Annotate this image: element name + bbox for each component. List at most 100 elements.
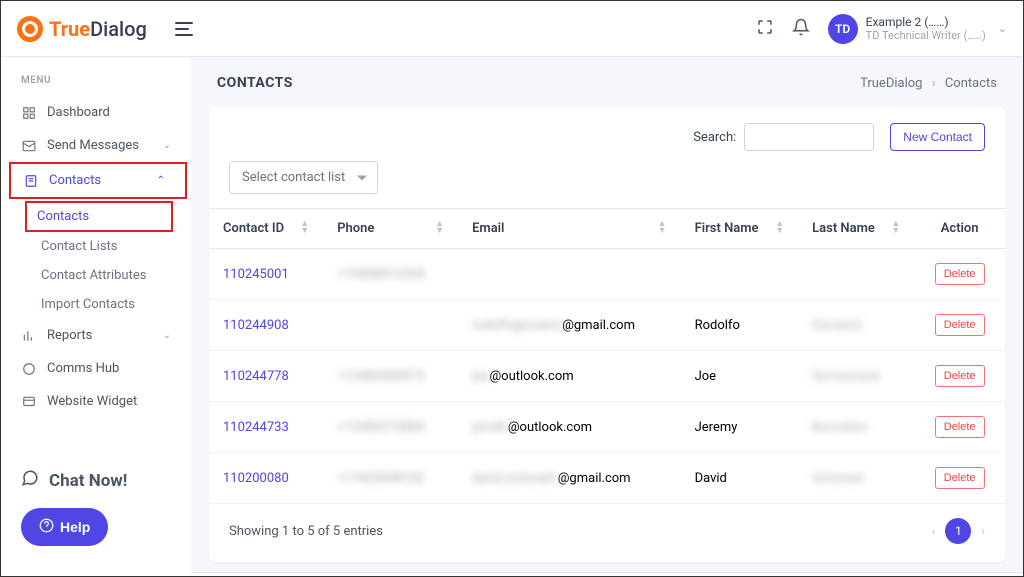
sidebar-label: Website Widget [47,394,137,409]
sidebar-item-contacts[interactable]: Contacts ⌃ [11,164,185,197]
user-line1: Example 2 (……) [866,15,986,29]
sidebar-label: Reports [47,328,92,343]
sidebar-item-dashboard[interactable]: Dashboard [1,96,191,129]
page-number-current[interactable]: 1 [945,518,971,544]
question-icon [39,518,54,536]
app-header: TrueDialog TD Example 2 (……) TD Technica… [1,1,1023,57]
col-email[interactable]: Email▲▼ [458,209,681,249]
delete-button[interactable]: Delete [935,263,985,285]
email-value: jsmith@outlook.com [458,402,681,453]
avatar: TD [828,14,858,44]
breadcrumb-leaf: Contacts [945,76,997,91]
contact-id-link[interactable]: 110244908 [223,318,289,333]
pager: ‹ 1 › [932,518,985,544]
help-button[interactable]: Help [21,508,108,546]
sidebar-subitem-contacts[interactable]: Contacts [37,207,161,226]
last-name-value: Burnstein [798,402,914,453]
sidebar-subitem-import-contacts[interactable]: Import Contacts [41,290,191,319]
first-name-value: Joe [681,351,799,402]
table-row: 110200080 +17603848182 david.schonert@gmai… [209,453,1005,504]
header-left: TrueDialog [17,16,193,42]
page-header: CONTACTS TrueDialog › Contacts [191,57,1023,101]
sidebar: MENU Dashboard Send Messages ⌄ Contacts … [1,57,191,576]
chat-icon [21,469,39,492]
col-contact-id[interactable]: Contact ID▲▼ [209,209,323,249]
first-name-value: Jeremy [681,402,799,453]
fullscreen-icon[interactable] [756,18,774,40]
email-value: joe@outlook.com [458,351,681,402]
highlight-box-sub: Contacts [25,201,173,232]
sidebar-label: Dashboard [47,105,110,120]
sidebar-subitem-contact-attributes[interactable]: Contact Attributes [41,261,191,290]
contacts-submenu: Contact Lists Contact Attributes Import … [1,232,191,319]
main-content: CONTACTS TrueDialog › Contacts Search: N… [191,57,1023,576]
delete-button[interactable]: Delete [935,365,985,387]
chat-now-link[interactable]: Chat Now! [21,469,171,492]
chat-area: Chat Now! Help [1,469,191,558]
col-last-name[interactable]: Last Name▲▼ [798,209,914,249]
phone-value: +12485400072 [337,369,425,384]
brand-logo[interactable]: TrueDialog [17,16,147,42]
contact-id-link[interactable]: 110200080 [223,471,289,486]
sidebar-item-comms-hub[interactable]: Comms Hub [1,352,191,385]
table-row: 110244908rodolfogiovanni@gmail.comRodolf… [209,300,1005,351]
email-value [458,249,681,300]
brand-true: True [49,17,90,41]
prev-page-button[interactable]: ‹ [932,524,936,538]
sidebar-item-website-widget[interactable]: Website Widget [1,385,191,418]
chevron-down-icon: ⌄ [998,22,1007,35]
envelope-icon [21,139,37,153]
last-name-value [798,249,914,300]
brand-dialog: Dialog [90,17,147,41]
bell-icon[interactable] [792,18,810,40]
sidebar-item-reports[interactable]: Reports ⌄ [1,319,191,352]
search-input[interactable] [744,123,874,151]
phone-value: +19408412434 [337,267,425,282]
dashboard-icon [21,106,37,120]
contacts-card: Search: New Contact Select contact list … [209,107,1005,562]
logo-mark-icon [17,16,43,42]
chevron-down-icon: ⌄ [163,330,171,341]
card-footer: Showing 1 to 5 of 5 entries ‹ 1 › [209,504,1005,562]
table-row: 110244778 +12485400072 joe@outlook.comJoeS… [209,351,1005,402]
delete-button[interactable]: Delete [935,467,985,489]
delete-button[interactable]: Delete [935,314,985,336]
next-page-button[interactable]: › [981,524,985,538]
breadcrumb-root[interactable]: TrueDialog [860,76,922,91]
phone-value: +17603848182 [337,471,425,486]
chevron-right-icon: › [932,76,936,91]
contacts-table: Contact ID▲▼ Phone▲▼ Email▲▼ First Name▲… [209,208,1005,504]
first-name-value [681,249,799,300]
col-action: Action [914,209,1005,249]
col-first-name[interactable]: First Name▲▼ [681,209,799,249]
col-phone[interactable]: Phone▲▼ [323,209,458,249]
highlight-box: Contacts ⌃ [9,162,187,199]
sidebar-label: Comms Hub [47,361,119,376]
contact-id-link[interactable]: 110244778 [223,369,289,384]
first-name-value: Rodolfo [681,300,799,351]
user-menu[interactable]: TD Example 2 (……) TD Technical Writer (…… [828,14,1007,44]
footer: © 2014-2023 TrueDialog. Legal Contact Us… [191,572,1023,576]
new-contact-button[interactable]: New Contact [890,123,985,151]
contact-list-select[interactable]: Select contact list [229,161,378,194]
search-label: Search: [693,130,736,145]
chart-icon [21,329,37,343]
chevron-up-icon: ⌃ [157,175,165,186]
email-value: david.schonert@gmail.com [458,453,681,504]
menu-toggle-icon[interactable] [175,22,193,36]
select-placeholder: Select contact list [242,170,345,185]
sidebar-item-send-messages[interactable]: Send Messages ⌄ [1,129,191,162]
page-title: CONTACTS [217,75,293,91]
sidebar-subitem-contact-lists[interactable]: Contact Lists [41,232,191,261]
contact-id-link[interactable]: 110244733 [223,420,289,435]
last-name-value: Schonert [798,453,914,504]
delete-button[interactable]: Delete [935,416,985,438]
user-line2: TD Technical Writer (……) [866,29,986,42]
chevron-down-icon: ⌄ [163,140,171,151]
help-label: Help [60,519,90,535]
last-name-value: Giovanni [798,300,914,351]
user-text: Example 2 (……) TD Technical Writer (……) [866,15,986,43]
last-name-value: Somesneck [798,351,914,402]
contact-id-link[interactable]: 110245001 [223,267,289,282]
breadcrumb: TrueDialog › Contacts [860,76,997,91]
